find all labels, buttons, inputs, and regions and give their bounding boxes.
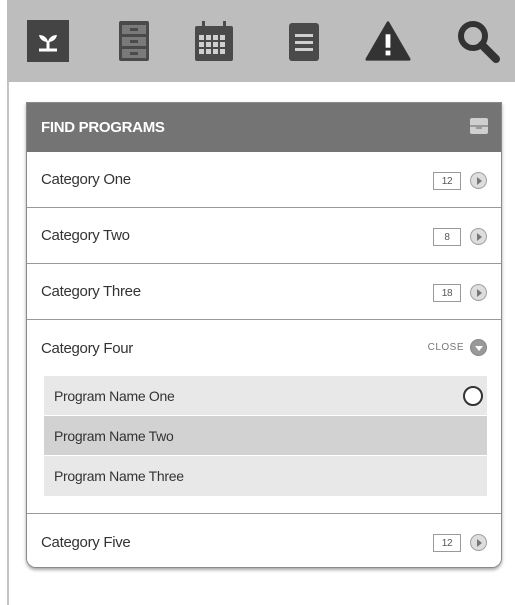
calendar-icon[interactable] <box>191 18 237 64</box>
find-programs-panel: FIND PROGRAMS Category One 12 Category T… <box>26 102 502 568</box>
category-row[interactable]: Category Three 18 <box>27 264 501 320</box>
category-label: Category Four <box>41 339 133 357</box>
category-label: Category Two <box>41 227 130 244</box>
left-divider <box>7 82 9 605</box>
category-row[interactable]: Category Five 12 <box>27 514 501 567</box>
category-row[interactable]: Category One 12 <box>27 152 501 208</box>
program-label: Program Name One <box>54 387 175 404</box>
top-toolbar <box>7 0 515 82</box>
panel-header: FIND PROGRAMS <box>27 103 501 152</box>
expand-arrow-icon[interactable] <box>470 534 487 551</box>
program-item[interactable]: Program Name Three <box>44 456 487 496</box>
file-cabinet-icon[interactable] <box>111 18 157 64</box>
program-label: Program Name Three <box>54 468 184 484</box>
count-badge: 8 <box>433 228 461 246</box>
alert-icon[interactable] <box>365 18 411 64</box>
inbox-tray-icon[interactable] <box>469 117 489 139</box>
collapse-arrow-icon[interactable] <box>470 339 487 356</box>
program-label: Program Name Two <box>54 427 174 444</box>
notepad-icon[interactable] <box>281 18 327 64</box>
search-icon[interactable] <box>455 18 501 64</box>
expand-arrow-icon[interactable] <box>470 228 487 245</box>
home-plant-icon[interactable] <box>25 18 71 64</box>
expand-arrow-icon[interactable] <box>470 172 487 189</box>
program-item[interactable]: Program Name Two <box>44 416 487 456</box>
close-label: CLOSE <box>427 342 464 353</box>
category-label: Category Three <box>41 283 141 300</box>
category-label: Category Five <box>41 533 131 551</box>
program-item[interactable]: Program Name One <box>44 376 487 416</box>
count-badge: 12 <box>433 172 461 190</box>
count-badge: 12 <box>433 534 461 552</box>
count-badge: 18 <box>433 284 461 302</box>
category-row[interactable]: Category Four CLOSE <box>27 320 501 376</box>
expand-arrow-icon[interactable] <box>470 284 487 301</box>
program-radio[interactable] <box>463 386 483 406</box>
category-row[interactable]: Category Two 8 <box>27 208 501 264</box>
category-label: Category One <box>41 171 131 188</box>
program-list: Program Name One Program Name Two Progra… <box>44 376 487 496</box>
close-control[interactable]: CLOSE <box>428 339 487 356</box>
category-expanded: Category Four CLOSE Program Name One Pro… <box>27 320 501 514</box>
panel-title: FIND PROGRAMS <box>41 119 165 136</box>
